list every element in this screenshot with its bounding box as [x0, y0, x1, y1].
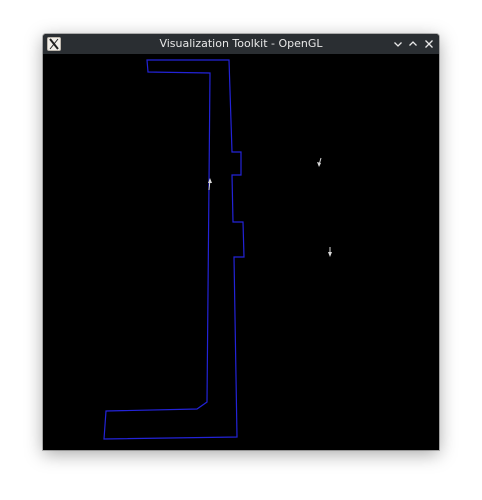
chevron-down-icon — [391, 37, 405, 51]
chevron-up-icon — [406, 37, 420, 51]
vtk-window: Visualization Toolkit - OpenGL — [43, 34, 439, 450]
close-icon — [422, 37, 436, 51]
maximize-button[interactable] — [406, 37, 420, 51]
window-title: Visualization Toolkit - OpenGL — [159, 37, 323, 50]
minimize-button[interactable] — [391, 37, 405, 51]
render-background — [43, 54, 439, 450]
close-button[interactable] — [422, 37, 436, 51]
title-bar[interactable]: Visualization Toolkit - OpenGL — [43, 34, 439, 54]
render-viewport[interactable] — [43, 54, 439, 450]
